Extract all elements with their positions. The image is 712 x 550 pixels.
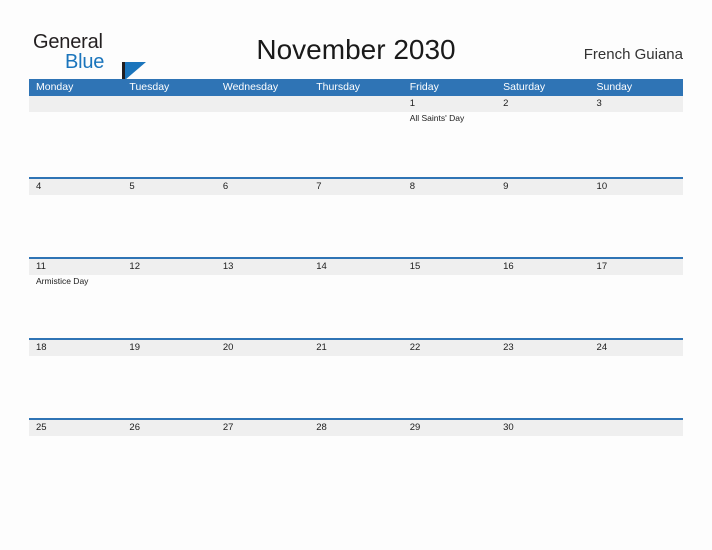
calendar-day-cell[interactable]: 6 (216, 179, 309, 258)
weekday-header-wednesday: Wednesday (222, 81, 279, 93)
calendar-day-cell-empty (122, 96, 215, 175)
calendar-day-cell[interactable]: 5 (122, 179, 215, 258)
day-number: 21 (316, 341, 327, 353)
calendar-week-row: 4 5 6 7 8 9 10 (29, 176, 683, 258)
calendar-page: General Blue November 2030 French Guiana… (0, 0, 712, 550)
day-event-label: Armistice Day (36, 276, 89, 286)
calendar-day-cell-empty (216, 96, 309, 175)
day-number: 24 (596, 341, 608, 353)
day-number: 19 (129, 341, 140, 353)
calendar-day-cell-empty (29, 96, 122, 175)
day-number: 11 (36, 261, 46, 272)
calendar-day-cell[interactable]: 26 (122, 420, 215, 499)
week-cells: 18 19 20 21 22 23 24 (29, 340, 683, 419)
week-cells: 25 26 27 28 29 30 (29, 420, 683, 499)
calendar-day-cell[interactable]: 3 (590, 96, 683, 175)
calendar-table: Monday Tuesday Wednesday Thursday Friday Satu… (29, 79, 683, 499)
day-number: 22 (409, 341, 421, 353)
calendar-day-cell[interactable]: 4 (29, 179, 122, 258)
weekday-header-tuesday: Tuesday (129, 81, 170, 93)
weekday-header-row: Monday Tuesday Wednesday Thursday Friday Satu… (29, 79, 683, 96)
calendar-day-cell[interactable]: 14 (309, 259, 402, 338)
day-number: 23 (503, 341, 514, 353)
day-number (36, 96, 122, 112)
day-number: 18 (36, 341, 47, 353)
calendar-day-cell[interactable]: 8 (403, 179, 496, 258)
calendar-day-cell[interactable]: 27 (216, 420, 309, 499)
week-cells: 11 Armistice Day 12 13 14 15 16 17 (29, 259, 683, 338)
day-number: 26 (129, 422, 140, 433)
week-cells: 4 5 6 7 8 9 10 (29, 179, 683, 258)
calendar-day-cell[interactable]: 12 (122, 259, 215, 338)
calendar-day-cell-empty (309, 96, 402, 175)
weekday-header-saturday: Saturday (503, 81, 546, 93)
day-number: 17 (596, 261, 608, 272)
calendar-week-row: 25 26 27 28 29 30 (29, 418, 683, 499)
day-number: 25 (36, 422, 47, 433)
calendar-day-cell[interactable]: 28 (309, 420, 402, 499)
calendar-day-cell[interactable]: 29 (403, 420, 496, 499)
day-number (129, 96, 215, 112)
calendar-day-cell[interactable]: 17 (590, 259, 683, 338)
calendar-day-cell[interactable]: 2 (496, 96, 589, 175)
week-cells: 1 All Saints' Day 2 3 (29, 96, 683, 175)
calendar-day-cell[interactable]: 22 (403, 340, 496, 419)
day-number: 14 (316, 261, 327, 272)
calendar-day-cell-empty (590, 420, 683, 499)
day-number: 6 (222, 180, 229, 192)
calendar-day-cell[interactable]: 16 (496, 259, 589, 338)
calendar-day-cell[interactable]: 30 (496, 420, 589, 499)
day-number: 1 (409, 98, 415, 109)
calendar-day-cell[interactable]: 24 (590, 340, 683, 419)
day-number: 20 (222, 341, 234, 353)
day-number: 10 (596, 180, 608, 192)
calendar-day-cell[interactable]: 13 (216, 259, 309, 338)
calendar-day-cell[interactable]: 23 (496, 340, 589, 419)
day-number: 16 (503, 261, 514, 272)
day-number: 7 (316, 180, 322, 192)
day-number: 4 (36, 180, 42, 192)
calendar-week-row: 18 19 20 21 22 23 24 (29, 337, 683, 419)
calendar-day-cell[interactable]: 11 Armistice Day (29, 259, 122, 338)
weekday-header-monday: Monday (36, 81, 74, 93)
calendar-weeks: 1 All Saints' Day 2 3 4 5 6 7 8 9 10 11 Armistice Da… (29, 96, 683, 499)
weekday-header-sunday: Sunday (596, 81, 633, 93)
calendar-day-cell[interactable]: 1 All Saints' Day (403, 96, 496, 175)
calendar-day-cell[interactable]: 15 (403, 259, 496, 338)
day-number: 29 (409, 422, 421, 433)
day-number: 5 (129, 180, 135, 192)
calendar-day-cell[interactable]: 20 (216, 340, 309, 419)
calendar-day-cell[interactable]: 10 (590, 179, 683, 258)
weekday-header-friday: Friday (409, 81, 439, 93)
day-number: 8 (409, 180, 415, 192)
region-label: French Guiana (583, 46, 683, 63)
day-number: 3 (596, 98, 602, 109)
page-header: General Blue November 2030 French Guiana (0, 0, 712, 84)
day-number (223, 96, 309, 112)
day-number: 27 (222, 422, 234, 433)
day-number: 15 (409, 261, 421, 272)
weekday-header-thursday: Thursday (316, 81, 361, 93)
day-number (316, 96, 402, 112)
day-number: 9 (503, 180, 509, 192)
calendar-day-cell[interactable]: 7 (309, 179, 402, 258)
calendar-day-cell[interactable]: 18 (29, 340, 122, 419)
calendar-day-cell[interactable]: 21 (309, 340, 402, 419)
day-number: 2 (503, 98, 509, 109)
day-number: 13 (222, 261, 234, 272)
calendar-day-cell[interactable]: 19 (122, 340, 215, 419)
day-number (597, 420, 683, 436)
calendar-day-cell[interactable]: 25 (29, 420, 122, 499)
day-number: 28 (316, 422, 327, 433)
calendar-day-cell[interactable]: 9 (496, 179, 589, 258)
day-event-label: All Saints' Day (409, 113, 465, 123)
calendar-week-row: 11 Armistice Day 12 13 14 15 16 17 (29, 257, 683, 338)
calendar-week-row: 1 All Saints' Day 2 3 (29, 96, 683, 177)
day-number: 30 (503, 422, 514, 433)
day-number: 12 (129, 261, 140, 272)
